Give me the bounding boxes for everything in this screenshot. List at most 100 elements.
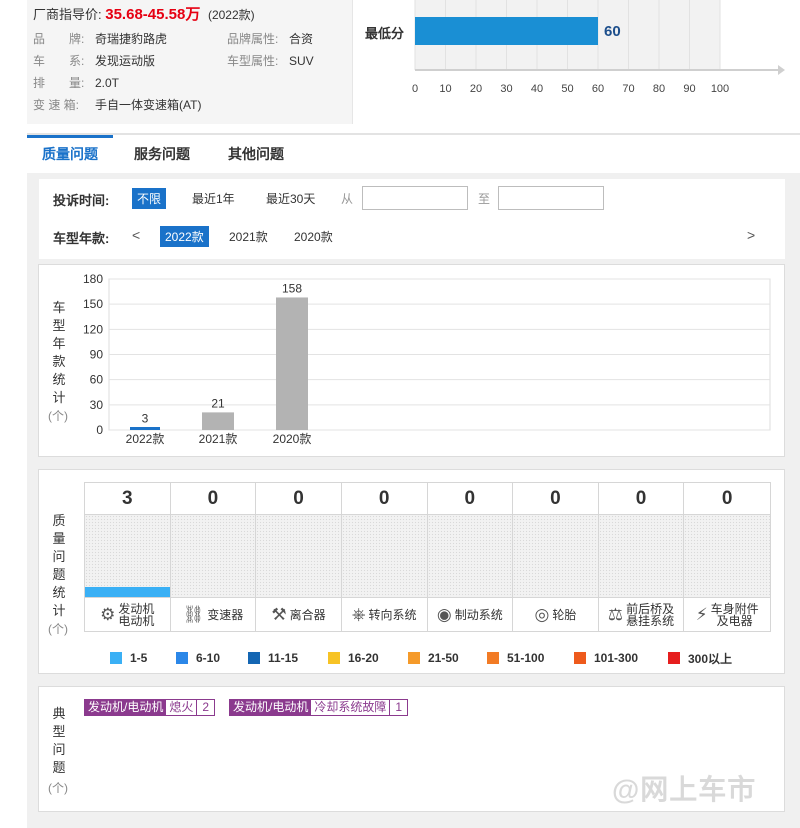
price-line: 厂商指导价: 35.68-45.58万 (2022款) (33, 3, 255, 24)
brake-disc-icon: ◉ (436, 605, 452, 624)
label-char: 题 (52, 567, 66, 582)
legend-label: 21-50 (428, 651, 459, 665)
legend-label: 1-5 (130, 651, 148, 665)
quality-column[interactable]: 0 ◎ 轮胎 (513, 483, 599, 631)
issue-category: 发动机/电动机 (230, 700, 312, 715)
quality-bar-area (170, 515, 256, 597)
spec-gearbox: 变 速 箱: 手自一体变速箱(AT) (33, 96, 201, 113)
issue-count: 1 (389, 700, 408, 715)
legend-item: 11-15 (248, 650, 298, 666)
issue-name: 熄火 (166, 700, 197, 715)
tab-service[interactable]: 服务问题 (123, 135, 201, 173)
spec-series: 车 系: 发现运动版 (33, 52, 155, 69)
spec-brand: 品 牌: 奇瑞捷豹路虎 (33, 30, 167, 47)
year-option-2020[interactable]: 2020款 (294, 228, 333, 245)
date-from-input[interactable] (362, 186, 468, 210)
spec-displacement: 排 量: 2.0T (33, 74, 119, 91)
label-char: 型 (52, 724, 66, 739)
spec-value: SUV (289, 54, 314, 68)
spec-value: 发现运动版 (95, 54, 156, 68)
tab-quality[interactable]: 质量问题 (27, 135, 113, 173)
legend-item: 16-20 (328, 650, 379, 666)
quality-column[interactable]: 0 ◉ 制动系统 (427, 483, 514, 631)
quality-column[interactable]: 0 ⎈ 转向系统 (341, 483, 428, 631)
quality-category-label: 前后桥及 悬挂系统 (626, 601, 675, 628)
year-option-2021[interactable]: 2021款 (229, 228, 268, 245)
quality-bar-area (427, 515, 513, 597)
x-axis-arrow (778, 65, 785, 75)
y-tick-label: 180 (83, 272, 103, 286)
battery-icon: ⚡ (695, 605, 708, 624)
quality-category: ⚖ 前后桥及 悬挂系统 (598, 597, 684, 631)
quality-column[interactable]: 3 ⚙ 发动机 电动机 (85, 483, 171, 631)
tab-other[interactable]: 其他问题 (217, 135, 295, 173)
legend-label: 300以上 (688, 651, 733, 666)
min-score-panel: 最低分 0 10 20 30 40 50 60 70 80 90 100 60 (354, 0, 800, 124)
year-filter-label: 车型年款: (53, 231, 110, 246)
filter-panel: 投诉时间: 不限 最近1年 最近30天 从 至 车型年款: < 2022款 20… (39, 179, 785, 259)
quality-category: ⚙ 发动机 电动机 (85, 597, 170, 631)
year-option-2022[interactable]: 2022款 (160, 226, 209, 247)
label-char: 问 (52, 742, 66, 757)
quality-category: ⚒ 离合器 (256, 597, 341, 631)
label-char: 质 (52, 513, 66, 528)
time-option-all[interactable]: 不限 (132, 188, 167, 209)
quality-column[interactable]: 0 ⛓ 变速器 (170, 483, 257, 631)
engine-icon: ⚙ (100, 605, 116, 624)
quality-stats-unit: (个) (48, 622, 68, 636)
spec-key: 变 速 箱: (33, 98, 80, 112)
quality-column[interactable]: 0 ⚖ 前后桥及 悬挂系统 (598, 483, 685, 631)
x-tick-label: 100 (711, 83, 729, 95)
typical-issue-tag[interactable]: 发动机/电动机 冷却系统故障 1 (229, 699, 409, 716)
quality-bar-area (341, 515, 427, 597)
min-score-bar (415, 17, 598, 45)
legend-label: 16-20 (348, 651, 379, 665)
spec-key: 排 量: (33, 76, 85, 90)
issue-name: 冷却系统故障 (311, 700, 390, 715)
spec-brand-type: 品牌属性: 合资 (227, 30, 313, 47)
price-value: 35.68-45.58万 (105, 6, 201, 23)
quality-category: ⛓ 变速器 (170, 597, 256, 631)
time-option-30days[interactable]: 最近30天 (266, 190, 315, 207)
car-summary-header: 厂商指导价: 35.68-45.58万 (2022款) 品 牌: 奇瑞捷豹路虎 品… (0, 0, 800, 124)
car-spec-panel: 厂商指导价: 35.68-45.58万 (2022款) 品 牌: 奇瑞捷豹路虎 品… (27, 0, 353, 124)
y-tick-label: 30 (90, 398, 104, 412)
year-next-arrow[interactable]: > (747, 227, 755, 243)
x-tick-label: 0 (412, 83, 418, 95)
price-year: (2022款) (207, 8, 255, 22)
typical-label: 典 型 问 题 (52, 705, 66, 777)
issue-category: 发动机/电动机 (85, 700, 167, 715)
x-tick-label: 50 (561, 83, 573, 95)
time-option-1year[interactable]: 最近1年 (192, 190, 235, 207)
quality-count: 0 (341, 483, 427, 515)
quality-category: ⎈ 转向系统 (341, 597, 427, 631)
site-watermark: @网上车市 (612, 774, 757, 805)
quality-issue-table: 3 ⚙ 发动机 电动机 0 ⛓ 变速器 0 ⚒ 离合器 0 ⎈ 转向系统 0 ◉ 制动系统 0 ◎ 轮胎 0 ⚖ 前后桥及… (84, 482, 771, 632)
spec-value: 2.0T (95, 76, 120, 90)
typical-issue-tag[interactable]: 发动机/电动机 熄火 2 (84, 699, 216, 716)
spec-car-type: 车型属性: SUV (227, 52, 314, 69)
clutch-pedal-icon: ⚒ (271, 605, 287, 624)
spec-key: 车 系: (33, 54, 85, 68)
year-prev-arrow[interactable]: < (132, 227, 140, 243)
quality-category-label: 变速器 (207, 607, 244, 622)
legend-item: 51-100 (487, 650, 544, 666)
year-stats-chart: 0 30 60 90 120 150 180 3 2022款 21 2021款 158 2020款 (83, 272, 771, 446)
quality-column[interactable]: 0 ⚡ 车身附件 及电器 (684, 483, 770, 631)
quality-bar-area (684, 515, 770, 597)
quality-count: 0 (256, 483, 341, 515)
legend-item: 300以上 (668, 650, 732, 666)
spec-value: 合资 (289, 32, 314, 46)
date-to-input[interactable] (498, 186, 604, 210)
quality-count: 0 (598, 483, 684, 515)
legend-item: 1-5 (110, 650, 147, 666)
from-label: 从 (341, 192, 354, 206)
quality-column[interactable]: 0 ⚒ 离合器 (256, 483, 342, 631)
quality-category-label: 转向系统 (368, 607, 417, 622)
quality-count: 0 (684, 483, 770, 515)
legend-item: 6-10 (176, 650, 220, 666)
x-tick-label: 10 (439, 83, 451, 95)
spec-value: 奇瑞捷豹路虎 (95, 32, 168, 46)
y-tick-label: 90 (90, 348, 104, 362)
quality-stats-label: 质 量 问 题 统 计 (52, 512, 66, 620)
